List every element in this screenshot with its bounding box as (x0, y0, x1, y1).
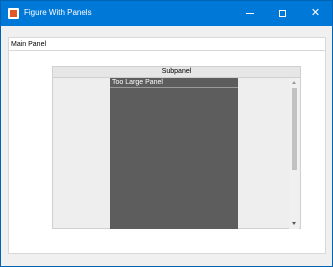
scroll-up-arrow-icon[interactable] (292, 81, 296, 84)
minimize-icon (245, 13, 254, 14)
main-panel: Main Panel Subpanel Too Large Panel (8, 37, 326, 254)
window-title: Figure With Panels (24, 8, 92, 17)
scroll-down-arrow-icon[interactable] (292, 222, 296, 225)
title-bar[interactable]: Figure With Panels ✕ (1, 1, 332, 26)
subpanel-title: Subpanel (161, 68, 192, 75)
main-panel-title: Main Panel (11, 41, 47, 48)
close-icon: ✕ (310, 7, 321, 19)
figure-window: Figure With Panels ✕ Main Panel Subpanel… (0, 0, 333, 267)
subpanel-header: Subpanel (53, 67, 300, 78)
main-panel-divider (9, 50, 325, 51)
scrollbar-thumb[interactable] (292, 88, 297, 170)
maximize-icon (279, 10, 286, 17)
close-button[interactable]: ✕ (299, 1, 332, 26)
too-large-panel-header: Too Large Panel (110, 78, 238, 88)
minimize-button[interactable] (233, 1, 266, 26)
too-large-panel: Too Large Panel (110, 78, 238, 229)
subpanel: Subpanel Too Large Panel (52, 66, 301, 229)
maximize-button[interactable] (266, 1, 299, 26)
vertical-scrollbar[interactable] (289, 78, 299, 229)
figure-app-icon (8, 8, 19, 19)
too-large-panel-title: Too Large Panel (112, 79, 163, 86)
